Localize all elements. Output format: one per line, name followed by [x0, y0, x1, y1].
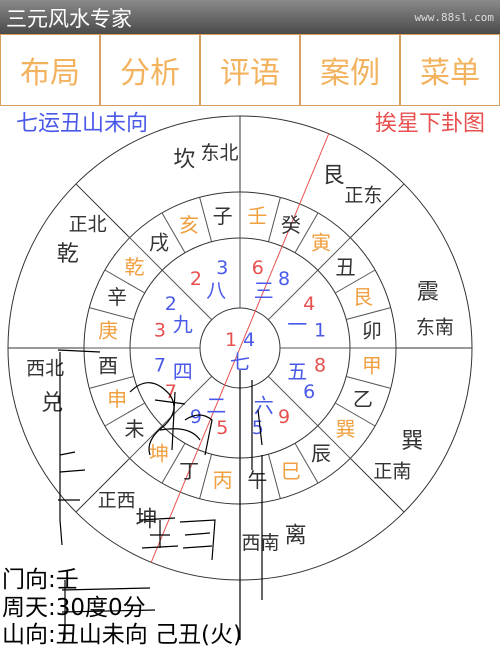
mountain-label: 戌 [149, 230, 169, 254]
mountain-label: 巳 [281, 459, 301, 483]
water-star: 5 [252, 417, 264, 439]
water-star: 6 [303, 381, 315, 403]
period-star: 二 [206, 393, 226, 417]
mountain-label: 乾 [124, 255, 144, 279]
direction-label: 艮 [323, 163, 345, 188]
tab-cases[interactable]: 案例 [300, 34, 400, 106]
period-star: 八 [206, 279, 226, 303]
center-period-star: 七 [230, 350, 250, 374]
direction-label: 东南 [416, 317, 454, 339]
direction-label: 正东 [344, 185, 382, 207]
mountain-star: 9 [278, 406, 290, 428]
site-url: www.88sl.com [414, 11, 494, 24]
period-star: 九 [173, 312, 193, 336]
mountain-star: 7 [165, 381, 177, 403]
mountain-label: 卯 [362, 319, 382, 343]
mountain-line [199, 197, 213, 242]
water-star: 3 [216, 257, 228, 279]
period-star: 六 [254, 393, 274, 417]
direction-label: 正南 [373, 460, 411, 482]
mountain-label: 丁 [179, 459, 199, 483]
direction-label: 正北 [69, 214, 107, 236]
mountain-label: 甲 [362, 353, 382, 377]
title-bar: 三元风水专家 www.88sl.com [0, 0, 500, 34]
mountain-label: 坤 [149, 442, 169, 466]
mountain-label: 乙 [353, 387, 373, 411]
mountain-label: 丙 [213, 468, 233, 492]
center-water-star: 4 [243, 329, 255, 351]
mountain-star: 5 [216, 417, 228, 439]
app-title: 三元风水专家 [6, 7, 132, 31]
mountain-label: 寅 [311, 230, 331, 254]
chart-title-left: 七运丑山未向 [16, 112, 148, 137]
period-star: 五 [287, 360, 307, 384]
tab-comment[interactable]: 评语 [200, 34, 300, 106]
water-star: 9 [190, 406, 202, 428]
direction-info: 山向:丑山未向 己丑(火) [2, 622, 243, 648]
mountain-label: 巽 [336, 417, 356, 441]
direction-label: 兑 [41, 391, 63, 416]
mountain-star: 3 [154, 319, 166, 341]
tab-analysis[interactable]: 分析 [100, 34, 200, 106]
mountain-line [267, 454, 281, 499]
mountain-label: 庚 [98, 319, 118, 343]
direction-label: 东北 [201, 142, 239, 164]
direction-label: 西南 [241, 532, 279, 554]
mountain-label: 子 [213, 204, 233, 228]
mountain-label: 申 [107, 387, 127, 411]
tab-menu[interactable]: 菜单 [400, 34, 500, 106]
direction-label: 乾 [57, 242, 79, 267]
chart-title-right: 挨星下卦图 [375, 112, 485, 137]
center-mountain-star: 1 [225, 329, 237, 351]
direction-label: 坎 [173, 148, 195, 173]
mountain-label: 酉 [98, 353, 118, 377]
mountain-label: 壬 [247, 204, 267, 228]
mountain-star: 8 [314, 355, 326, 377]
mountain-label: 午 [247, 468, 267, 492]
mountain-label: 艮 [353, 285, 373, 309]
tab-bar: 布局 分析 评语 案例 菜单 [0, 34, 500, 106]
water-star: 7 [154, 355, 166, 377]
mountain-label: 辰 [311, 442, 331, 466]
direction-label: 西北 [26, 357, 64, 379]
direction-label: 正西 [98, 489, 136, 511]
mountain-star: 2 [190, 268, 202, 290]
direction-label: 离 [285, 523, 307, 548]
mountain-label: 亥 [179, 213, 199, 237]
direction-label: 震 [417, 280, 439, 305]
mountain-line [267, 197, 281, 242]
period-star: 三 [254, 279, 274, 303]
mountain-line [199, 454, 213, 499]
mountain-star: 6 [252, 257, 264, 279]
water-star: 8 [278, 268, 290, 290]
mountain-label: 丑 [336, 255, 356, 279]
direction-label: 巽 [401, 429, 423, 454]
period-star: 一 [287, 312, 307, 336]
mountain-label: 未 [124, 417, 144, 441]
period-star: 四 [173, 360, 193, 384]
mountain-label: 癸 [281, 213, 301, 237]
tab-layout[interactable]: 布局 [0, 34, 100, 106]
water-star: 1 [314, 319, 326, 341]
direction-label: 坤 [135, 508, 157, 533]
mountain-label: 辛 [107, 285, 127, 309]
